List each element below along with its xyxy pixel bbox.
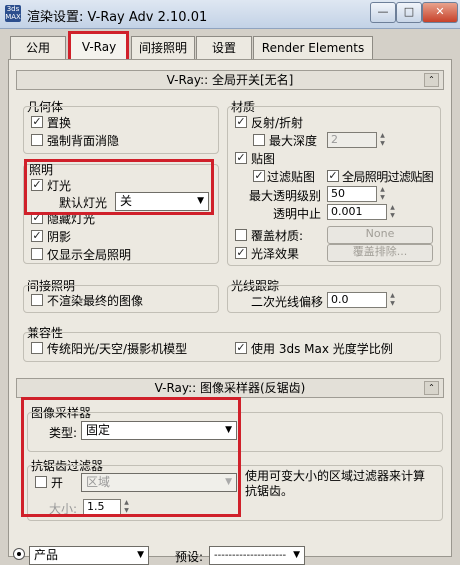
filter-maps-gi-label: 全局照明过滤贴图 bbox=[342, 170, 434, 184]
tab-indirect-illumination[interactable]: 间接照明 bbox=[131, 36, 195, 59]
glossy-label: 光泽效果 bbox=[251, 247, 300, 261]
max-transp-spinner[interactable]: ▲ ▼ bbox=[378, 186, 387, 202]
image-sampler-title: V-Ray:: 图像采样器(反锯齿) bbox=[154, 381, 306, 395]
dont-render-final-label: 不渲染最终的图像 bbox=[47, 294, 144, 308]
override-exclude-button[interactable]: 覆盖排除... bbox=[327, 244, 433, 262]
preset-dropdown[interactable]: -------------------- ▼ bbox=[209, 546, 305, 565]
production-radio[interactable] bbox=[13, 548, 25, 560]
aa-filter-description: 使用可变大小的区域过滤器来计算抗锯齿。 bbox=[245, 469, 426, 498]
filter-maps-label: 过滤贴图 bbox=[267, 170, 316, 184]
transp-cutoff-label: 透明中止 bbox=[273, 207, 322, 221]
preset-value: -------------------- bbox=[214, 550, 287, 561]
global-switches-title: V-Ray:: 全局开关[无名] bbox=[166, 73, 294, 87]
override-mtl-checkbox[interactable] bbox=[235, 229, 247, 241]
max-depth-checkbox[interactable] bbox=[253, 134, 265, 146]
max-depth-label: 最大深度 bbox=[269, 134, 318, 148]
show-gi-only-checkbox[interactable] bbox=[31, 248, 43, 260]
shadows-checkbox[interactable]: ✓ bbox=[31, 230, 43, 242]
maps-checkbox[interactable]: ✓ bbox=[235, 152, 247, 164]
maximize-button[interactable]: □ bbox=[396, 2, 422, 23]
secondary-bias-spinner[interactable]: ▲ ▼ bbox=[388, 292, 397, 308]
image-sampler-header[interactable]: V-Ray:: 图像采样器(反锯齿) ⌃ bbox=[16, 378, 444, 398]
force-backface-checkbox[interactable] bbox=[31, 134, 43, 146]
override-mtl-label: 覆盖材质: bbox=[251, 229, 304, 243]
shadows-label: 阴影 bbox=[47, 230, 72, 244]
photometric-label: 使用 3ds Max 光度学比例 bbox=[251, 342, 393, 356]
filter-maps-gi-checkbox[interactable]: ✓ bbox=[327, 170, 339, 182]
window-title: 渲染设置: V-Ray Adv 2.10.01 bbox=[27, 10, 208, 25]
override-mtl-button[interactable]: None bbox=[327, 226, 433, 244]
dropdown-arrow-icon: ▼ bbox=[137, 550, 144, 560]
displacement-checkbox[interactable]: ✓ bbox=[31, 116, 43, 128]
maps-label: 贴图 bbox=[251, 152, 276, 166]
secondary-bias-field[interactable]: 0.0 bbox=[327, 292, 387, 308]
close-button[interactable]: ✕ bbox=[422, 2, 458, 23]
title-bar[interactable]: 3ds MAX 渲染设置: V-Ray Adv 2.10.01 — □ ✕ bbox=[0, 0, 460, 29]
mode-dropdown[interactable]: 产品 ▼ bbox=[29, 546, 149, 565]
filter-maps-checkbox[interactable]: ✓ bbox=[253, 170, 265, 182]
preset-label: 预设: bbox=[175, 550, 204, 564]
transp-cutoff-field[interactable]: 0.001 bbox=[327, 204, 387, 220]
glossy-checkbox[interactable]: ✓ bbox=[235, 247, 247, 259]
dont-render-final-checkbox[interactable] bbox=[31, 294, 43, 306]
tab-common[interactable]: 公用 bbox=[10, 36, 66, 59]
transp-cutoff-spinner[interactable]: ▲ ▼ bbox=[388, 204, 397, 220]
legacy-sun-label: 传统阳光/天空/摄影机模型 bbox=[47, 342, 188, 356]
dropdown-arrow-icon: ▼ bbox=[293, 550, 300, 560]
global-switches-header[interactable]: V-Ray:: 全局开关[无名] ⌃ bbox=[16, 70, 444, 90]
legacy-sun-checkbox[interactable] bbox=[31, 342, 43, 354]
reflection-label: 反射/折射 bbox=[251, 116, 304, 130]
max-depth-spinner[interactable]: ▲ ▼ bbox=[378, 132, 387, 148]
vray-settings-panel: V-Ray:: 全局开关[无名] ⌃ 几何体 ✓ 置换 强制背面消隐 照明 ✓ … bbox=[8, 59, 452, 565]
max-transp-field[interactable]: 50 bbox=[327, 186, 377, 202]
minimize-button[interactable]: — bbox=[370, 2, 396, 23]
mode-value: 产品 bbox=[34, 548, 59, 562]
tab-settings[interactable]: 设置 bbox=[196, 36, 252, 59]
show-gi-only-label: 仅显示全局照明 bbox=[47, 248, 132, 262]
secondary-bias-label: 二次光线偏移 bbox=[251, 295, 324, 309]
collapse-icon[interactable]: ⌃ bbox=[424, 381, 439, 395]
photometric-checkbox[interactable]: ✓ bbox=[235, 342, 247, 354]
displacement-label: 置换 bbox=[47, 116, 72, 130]
collapse-icon[interactable]: ⌃ bbox=[424, 73, 439, 87]
force-backface-label: 强制背面消隐 bbox=[47, 134, 120, 148]
highlight-box-lighting bbox=[24, 159, 214, 215]
max-transp-label: 最大透明级别 bbox=[249, 189, 322, 203]
highlight-box-image-sampler bbox=[21, 397, 241, 517]
tab-render-elements[interactable]: Render Elements bbox=[253, 36, 373, 59]
reflection-checkbox[interactable]: ✓ bbox=[235, 116, 247, 128]
app-icon: 3ds MAX bbox=[5, 5, 21, 22]
max-depth-field[interactable]: 2 bbox=[327, 132, 377, 148]
